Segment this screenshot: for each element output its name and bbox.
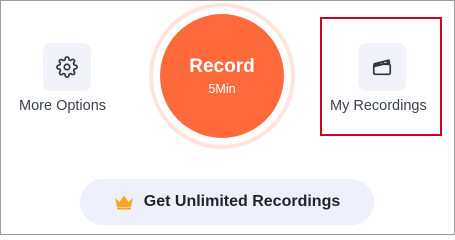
get-unlimited-button[interactable]: Get Unlimited Recordings [80,179,374,225]
my-recordings-button[interactable] [358,43,406,91]
record-button[interactable]: Record 5Min [160,14,284,138]
gear-icon [56,56,78,78]
crown-icon [114,195,133,210]
get-unlimited-label: Get Unlimited Recordings [143,193,341,210]
clapperboard-icon [372,59,392,76]
record-ring-inner: Record 5Min [153,7,291,145]
record-ring: Record 5Min [149,3,295,149]
panel: More Options Record 5Min My Recordings G… [0,0,455,235]
record-title: Record [189,56,255,77]
my-recordings-label[interactable]: My Recordings [330,98,427,114]
more-options-button[interactable] [43,43,91,91]
more-options-label[interactable]: More Options [19,98,106,114]
record-duration: 5Min [208,82,236,96]
